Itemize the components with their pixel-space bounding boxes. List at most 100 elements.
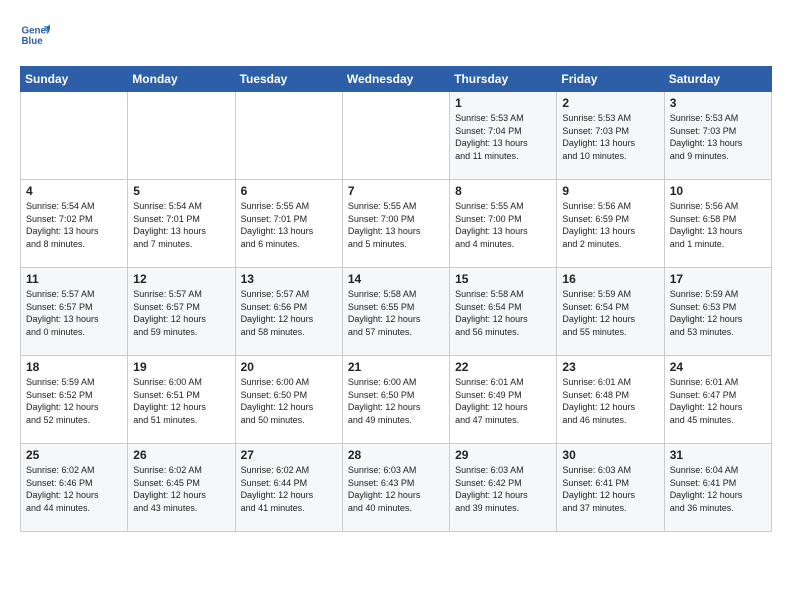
day-info: Sunrise: 6:03 AM Sunset: 6:41 PM Dayligh… <box>562 464 658 514</box>
header-saturday: Saturday <box>664 67 771 92</box>
calendar-cell <box>128 92 235 180</box>
day-number: 3 <box>670 96 766 110</box>
week-row-1: 4 Sunrise: 5:54 AM Sunset: 7:02 PM Daylig… <box>21 180 772 268</box>
day-number: 10 <box>670 184 766 198</box>
day-number: 4 <box>26 184 122 198</box>
calendar-cell: 8Sunrise: 5:55 AM Sunset: 7:00 PM Daylig… <box>450 180 557 268</box>
day-info: Sunrise: 6:02 AM Sunset: 6:44 PM Dayligh… <box>241 464 337 514</box>
day-number: 15 <box>455 272 551 286</box>
day-info: Sunrise: 5:54 AM Sunset: 7:02 PM Dayligh… <box>26 200 122 250</box>
calendar-table: SundayMondayTuesdayWednesdayThursdayFrid… <box>20 66 772 532</box>
header-thursday: Thursday <box>450 67 557 92</box>
calendar-cell: 19 Sunrise: 6:00 AM Sunset: 6:51 PM Dayli… <box>128 356 235 444</box>
calendar-cell: 21 Sunrise: 6:00 AM Sunset: 6:50 PM Dayli… <box>342 356 449 444</box>
day-info: Sunrise: 5:56 AM Sunset: 6:59 PM Dayligh… <box>562 200 658 250</box>
day-number: 18 <box>26 360 122 374</box>
day-info: Sunrise: 6:00 AM Sunset: 6:50 PM Dayligh… <box>241 376 337 426</box>
calendar-cell: 3 Sunrise: 5:53 AM Sunset: 7:03 PM Daylig… <box>664 92 771 180</box>
day-info: Sunrise: 6:01 AM Sunset: 6:49 PM Dayligh… <box>455 376 551 426</box>
calendar-cell <box>235 92 342 180</box>
day-number: 30 <box>562 448 658 462</box>
calendar-cell: 15 Sunrise: 5:58 AM Sunset: 6:54 PM Dayli… <box>450 268 557 356</box>
calendar-cell: 17Sunrise: 5:59 AM Sunset: 6:53 PM Dayli… <box>664 268 771 356</box>
day-info: Sunrise: 5:59 AM Sunset: 6:53 PM Dayligh… <box>670 288 766 338</box>
header-sunday: Sunday <box>21 67 128 92</box>
svg-text:Blue: Blue <box>22 36 44 47</box>
day-number: 11 <box>26 272 122 286</box>
day-info: Sunrise: 6:04 AM Sunset: 6:41 PM Dayligh… <box>670 464 766 514</box>
day-number: 2 <box>562 96 658 110</box>
day-info: Sunrise: 5:55 AM Sunset: 7:00 PM Dayligh… <box>455 200 551 250</box>
calendar-cell: 9 Sunrise: 5:56 AM Sunset: 6:59 PM Daylig… <box>557 180 664 268</box>
day-info: Sunrise: 5:58 AM Sunset: 6:55 PM Dayligh… <box>348 288 444 338</box>
week-row-4: 25 Sunrise: 6:02 AM Sunset: 6:46 PM Dayli… <box>21 444 772 532</box>
day-number: 5 <box>133 184 229 198</box>
calendar-cell: 16 Sunrise: 5:59 AM Sunset: 6:54 PM Dayli… <box>557 268 664 356</box>
day-number: 20 <box>241 360 337 374</box>
day-number: 28 <box>348 448 444 462</box>
day-number: 25 <box>26 448 122 462</box>
calendar-cell: 14 Sunrise: 5:58 AM Sunset: 6:55 PM Dayli… <box>342 268 449 356</box>
week-row-2: 11 Sunrise: 5:57 AM Sunset: 6:57 PM Dayli… <box>21 268 772 356</box>
day-info: Sunrise: 5:58 AM Sunset: 6:54 PM Dayligh… <box>455 288 551 338</box>
calendar-header-row: SundayMondayTuesdayWednesdayThursdayFrid… <box>21 67 772 92</box>
day-info: Sunrise: 5:56 AM Sunset: 6:58 PM Dayligh… <box>670 200 766 250</box>
calendar-cell: 28 Sunrise: 6:03 AM Sunset: 6:43 PM Dayli… <box>342 444 449 532</box>
calendar-cell: 1Sunrise: 5:53 AM Sunset: 7:04 PM Daylig… <box>450 92 557 180</box>
calendar-cell: 12 Sunrise: 5:57 AM Sunset: 6:57 PM Dayli… <box>128 268 235 356</box>
calendar-cell: 4 Sunrise: 5:54 AM Sunset: 7:02 PM Daylig… <box>21 180 128 268</box>
day-number: 19 <box>133 360 229 374</box>
day-info: Sunrise: 6:02 AM Sunset: 6:45 PM Dayligh… <box>133 464 229 514</box>
header-wednesday: Wednesday <box>342 67 449 92</box>
logo: General Blue <box>20 20 54 50</box>
day-number: 12 <box>133 272 229 286</box>
day-info: Sunrise: 5:53 AM Sunset: 7:03 PM Dayligh… <box>670 112 766 162</box>
week-row-0: 1Sunrise: 5:53 AM Sunset: 7:04 PM Daylig… <box>21 92 772 180</box>
calendar-cell: 20 Sunrise: 6:00 AM Sunset: 6:50 PM Dayli… <box>235 356 342 444</box>
day-info: Sunrise: 5:57 AM Sunset: 6:57 PM Dayligh… <box>133 288 229 338</box>
calendar-body: 1Sunrise: 5:53 AM Sunset: 7:04 PM Daylig… <box>21 92 772 532</box>
calendar-cell: 11Sunrise: 5:57 AM Sunset: 6:57 PM Dayli… <box>21 268 128 356</box>
day-number: 31 <box>670 448 766 462</box>
calendar-cell: 13 Sunrise: 5:57 AM Sunset: 6:56 PM Dayli… <box>235 268 342 356</box>
day-info: Sunrise: 5:54 AM Sunset: 7:01 PM Dayligh… <box>133 200 229 250</box>
day-info: Sunrise: 6:02 AM Sunset: 6:46 PM Dayligh… <box>26 464 122 514</box>
page-header: General Blue <box>20 20 772 50</box>
day-info: Sunrise: 5:57 AM Sunset: 6:56 PM Dayligh… <box>241 288 337 338</box>
calendar-cell: 23Sunrise: 6:01 AM Sunset: 6:48 PM Dayli… <box>557 356 664 444</box>
calendar-cell: 31 Sunrise: 6:04 AM Sunset: 6:41 PM Dayli… <box>664 444 771 532</box>
calendar-cell: 24 Sunrise: 6:01 AM Sunset: 6:47 PM Dayli… <box>664 356 771 444</box>
day-number: 22 <box>455 360 551 374</box>
day-info: Sunrise: 6:00 AM Sunset: 6:51 PM Dayligh… <box>133 376 229 426</box>
day-number: 7 <box>348 184 444 198</box>
day-number: 23 <box>562 360 658 374</box>
header-tuesday: Tuesday <box>235 67 342 92</box>
day-number: 14 <box>348 272 444 286</box>
day-info: Sunrise: 5:53 AM Sunset: 7:04 PM Dayligh… <box>455 112 551 162</box>
calendar-cell: 26 Sunrise: 6:02 AM Sunset: 6:45 PM Dayli… <box>128 444 235 532</box>
day-number: 16 <box>562 272 658 286</box>
day-info: Sunrise: 5:55 AM Sunset: 7:01 PM Dayligh… <box>241 200 337 250</box>
day-number: 6 <box>241 184 337 198</box>
day-info: Sunrise: 6:01 AM Sunset: 6:47 PM Dayligh… <box>670 376 766 426</box>
day-number: 13 <box>241 272 337 286</box>
day-number: 9 <box>562 184 658 198</box>
day-info: Sunrise: 5:53 AM Sunset: 7:03 PM Dayligh… <box>562 112 658 162</box>
calendar-cell: 18 Sunrise: 5:59 AM Sunset: 6:52 PM Dayli… <box>21 356 128 444</box>
calendar-cell: 6 Sunrise: 5:55 AM Sunset: 7:01 PM Daylig… <box>235 180 342 268</box>
day-number: 24 <box>670 360 766 374</box>
calendar-cell <box>342 92 449 180</box>
day-info: Sunrise: 5:59 AM Sunset: 6:52 PM Dayligh… <box>26 376 122 426</box>
day-number: 26 <box>133 448 229 462</box>
calendar-cell: 25 Sunrise: 6:02 AM Sunset: 6:46 PM Dayli… <box>21 444 128 532</box>
calendar-cell: 30 Sunrise: 6:03 AM Sunset: 6:41 PM Dayli… <box>557 444 664 532</box>
day-info: Sunrise: 6:00 AM Sunset: 6:50 PM Dayligh… <box>348 376 444 426</box>
day-info: Sunrise: 6:03 AM Sunset: 6:43 PM Dayligh… <box>348 464 444 514</box>
day-number: 21 <box>348 360 444 374</box>
day-info: Sunrise: 5:59 AM Sunset: 6:54 PM Dayligh… <box>562 288 658 338</box>
day-info: Sunrise: 5:55 AM Sunset: 7:00 PM Dayligh… <box>348 200 444 250</box>
calendar-cell <box>21 92 128 180</box>
day-number: 29 <box>455 448 551 462</box>
calendar-cell: 10 Sunrise: 5:56 AM Sunset: 6:58 PM Dayli… <box>664 180 771 268</box>
day-number: 27 <box>241 448 337 462</box>
